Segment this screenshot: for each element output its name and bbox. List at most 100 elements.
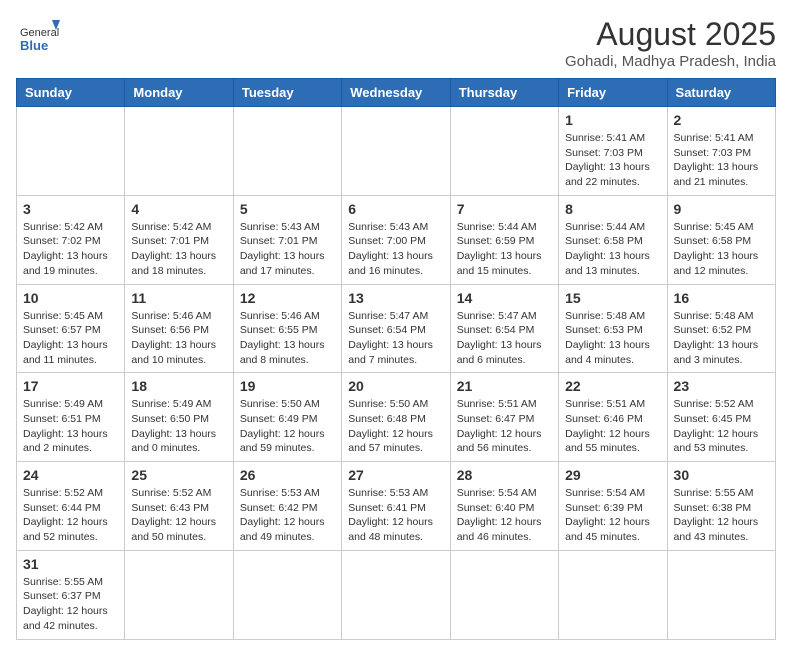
- calendar-cell: 19 Sunrise: 5:50 AM Sunset: 6:49 PM Dayli…: [233, 373, 341, 462]
- calendar-cell: [450, 550, 558, 639]
- day-info: Sunrise: 5:46 AM Sunset: 6:55 PM Dayligh…: [240, 309, 335, 368]
- day-info: Sunrise: 5:50 AM Sunset: 6:48 PM Dayligh…: [348, 397, 443, 456]
- col-header-tuesday: Tuesday: [233, 79, 341, 107]
- calendar-cell: [667, 550, 775, 639]
- day-info: Sunrise: 5:45 AM Sunset: 6:57 PM Dayligh…: [23, 309, 118, 368]
- day-number: 21: [457, 378, 552, 394]
- calendar-cell: 9 Sunrise: 5:45 AM Sunset: 6:58 PM Daylig…: [667, 195, 775, 284]
- day-info: Sunrise: 5:49 AM Sunset: 6:50 PM Dayligh…: [131, 397, 226, 456]
- day-number: 24: [23, 467, 118, 483]
- day-number: 1: [565, 112, 660, 128]
- calendar-cell: [125, 107, 233, 196]
- day-number: 23: [674, 378, 769, 394]
- calendar-cell: 27 Sunrise: 5:53 AM Sunset: 6:41 PM Dayli…: [342, 462, 450, 551]
- day-info: Sunrise: 5:54 AM Sunset: 6:40 PM Dayligh…: [457, 486, 552, 545]
- day-info: Sunrise: 5:52 AM Sunset: 6:44 PM Dayligh…: [23, 486, 118, 545]
- day-info: Sunrise: 5:41 AM Sunset: 7:03 PM Dayligh…: [674, 131, 769, 190]
- calendar-cell: [233, 107, 341, 196]
- day-info: Sunrise: 5:49 AM Sunset: 6:51 PM Dayligh…: [23, 397, 118, 456]
- day-number: 28: [457, 467, 552, 483]
- day-info: Sunrise: 5:46 AM Sunset: 6:56 PM Dayligh…: [131, 309, 226, 368]
- col-header-sunday: Sunday: [17, 79, 125, 107]
- calendar-cell: [17, 107, 125, 196]
- day-info: Sunrise: 5:41 AM Sunset: 7:03 PM Dayligh…: [565, 131, 660, 190]
- day-info: Sunrise: 5:48 AM Sunset: 6:53 PM Dayligh…: [565, 309, 660, 368]
- calendar-cell: 28 Sunrise: 5:54 AM Sunset: 6:40 PM Dayli…: [450, 462, 558, 551]
- calendar-week-row: 1 Sunrise: 5:41 AM Sunset: 7:03 PM Daylig…: [17, 107, 776, 196]
- col-header-monday: Monday: [125, 79, 233, 107]
- col-header-friday: Friday: [559, 79, 667, 107]
- day-number: 19: [240, 378, 335, 394]
- calendar-cell: 22Sunrise: 5:51 AM Sunset: 6:46 PM Dayli…: [559, 373, 667, 462]
- day-number: 29: [565, 467, 660, 483]
- day-info: Sunrise: 5:43 AM Sunset: 7:01 PM Dayligh…: [240, 220, 335, 279]
- day-info: Sunrise: 5:44 AM Sunset: 6:58 PM Dayligh…: [565, 220, 660, 279]
- calendar-header-row: SundayMondayTuesdayWednesdayThursdayFrid…: [17, 79, 776, 107]
- calendar-cell: 23Sunrise: 5:52 AM Sunset: 6:45 PM Dayli…: [667, 373, 775, 462]
- calendar-cell: 6 Sunrise: 5:43 AM Sunset: 7:00 PM Daylig…: [342, 195, 450, 284]
- location-subtitle: Gohadi, Madhya Pradesh, India: [565, 53, 776, 70]
- day-info: Sunrise: 5:53 AM Sunset: 6:42 PM Dayligh…: [240, 486, 335, 545]
- day-info: Sunrise: 5:44 AM Sunset: 6:59 PM Dayligh…: [457, 220, 552, 279]
- calendar-cell: 12 Sunrise: 5:46 AM Sunset: 6:55 PM Dayli…: [233, 284, 341, 373]
- day-number: 6: [348, 201, 443, 217]
- day-number: 7: [457, 201, 552, 217]
- day-number: 8: [565, 201, 660, 217]
- calendar-cell: 18 Sunrise: 5:49 AM Sunset: 6:50 PM Dayli…: [125, 373, 233, 462]
- calendar-cell: 1 Sunrise: 5:41 AM Sunset: 7:03 PM Daylig…: [559, 107, 667, 196]
- day-number: 17: [23, 378, 118, 394]
- day-info: Sunrise: 5:51 AM Sunset: 6:47 PM Dayligh…: [457, 397, 552, 456]
- day-number: 20: [348, 378, 443, 394]
- day-number: 15: [565, 290, 660, 306]
- logo-graphic: General Blue: [16, 16, 60, 60]
- day-number: 4: [131, 201, 226, 217]
- calendar-cell: [559, 550, 667, 639]
- day-number: 14: [457, 290, 552, 306]
- day-info: Sunrise: 5:54 AM Sunset: 6:39 PM Dayligh…: [565, 486, 660, 545]
- day-info: Sunrise: 5:53 AM Sunset: 6:41 PM Dayligh…: [348, 486, 443, 545]
- day-info: Sunrise: 5:50 AM Sunset: 6:49 PM Dayligh…: [240, 397, 335, 456]
- day-info: Sunrise: 5:42 AM Sunset: 7:02 PM Dayligh…: [23, 220, 118, 279]
- month-year-title: August 2025: [565, 16, 776, 53]
- day-number: 10: [23, 290, 118, 306]
- day-info: Sunrise: 5:43 AM Sunset: 7:00 PM Dayligh…: [348, 220, 443, 279]
- calendar-cell: 7 Sunrise: 5:44 AM Sunset: 6:59 PM Daylig…: [450, 195, 558, 284]
- col-header-saturday: Saturday: [667, 79, 775, 107]
- day-number: 30: [674, 467, 769, 483]
- calendar-week-row: 17 Sunrise: 5:49 AM Sunset: 6:51 PM Dayli…: [17, 373, 776, 462]
- calendar-cell: 10 Sunrise: 5:45 AM Sunset: 6:57 PM Dayli…: [17, 284, 125, 373]
- calendar-cell: [233, 550, 341, 639]
- svg-text:Blue: Blue: [20, 38, 48, 53]
- day-number: 26: [240, 467, 335, 483]
- day-info: Sunrise: 5:48 AM Sunset: 6:52 PM Dayligh…: [674, 309, 769, 368]
- calendar-cell: 11 Sunrise: 5:46 AM Sunset: 6:56 PM Dayli…: [125, 284, 233, 373]
- logo-container: General Blue: [16, 16, 60, 60]
- day-number: 18: [131, 378, 226, 394]
- day-number: 25: [131, 467, 226, 483]
- calendar-cell: 25Sunrise: 5:52 AM Sunset: 6:43 PM Dayli…: [125, 462, 233, 551]
- day-info: Sunrise: 5:47 AM Sunset: 6:54 PM Dayligh…: [348, 309, 443, 368]
- day-info: Sunrise: 5:45 AM Sunset: 6:58 PM Dayligh…: [674, 220, 769, 279]
- calendar-cell: 30 Sunrise: 5:55 AM Sunset: 6:38 PM Dayli…: [667, 462, 775, 551]
- day-number: 12: [240, 290, 335, 306]
- day-info: Sunrise: 5:51 AM Sunset: 6:46 PM Dayligh…: [565, 397, 660, 456]
- col-header-thursday: Thursday: [450, 79, 558, 107]
- col-header-wednesday: Wednesday: [342, 79, 450, 107]
- day-number: 3: [23, 201, 118, 217]
- calendar-week-row: 3 Sunrise: 5:42 AM Sunset: 7:02 PM Daylig…: [17, 195, 776, 284]
- day-info: Sunrise: 5:42 AM Sunset: 7:01 PM Dayligh…: [131, 220, 226, 279]
- calendar-cell: 17 Sunrise: 5:49 AM Sunset: 6:51 PM Dayli…: [17, 373, 125, 462]
- calendar-week-row: 31Sunrise: 5:55 AM Sunset: 6:37 PM Dayli…: [17, 550, 776, 639]
- calendar-cell: 5Sunrise: 5:43 AM Sunset: 7:01 PM Daylig…: [233, 195, 341, 284]
- day-info: Sunrise: 5:55 AM Sunset: 6:38 PM Dayligh…: [674, 486, 769, 545]
- day-number: 27: [348, 467, 443, 483]
- calendar-cell: 26 Sunrise: 5:53 AM Sunset: 6:42 PM Dayli…: [233, 462, 341, 551]
- calendar-cell: 15 Sunrise: 5:48 AM Sunset: 6:53 PM Dayli…: [559, 284, 667, 373]
- logo: General Blue: [16, 16, 60, 60]
- day-number: 2: [674, 112, 769, 128]
- calendar-cell: [125, 550, 233, 639]
- calendar-cell: 4 Sunrise: 5:42 AM Sunset: 7:01 PM Daylig…: [125, 195, 233, 284]
- calendar-cell: 13Sunrise: 5:47 AM Sunset: 6:54 PM Dayli…: [342, 284, 450, 373]
- day-number: 11: [131, 290, 226, 306]
- day-number: 9: [674, 201, 769, 217]
